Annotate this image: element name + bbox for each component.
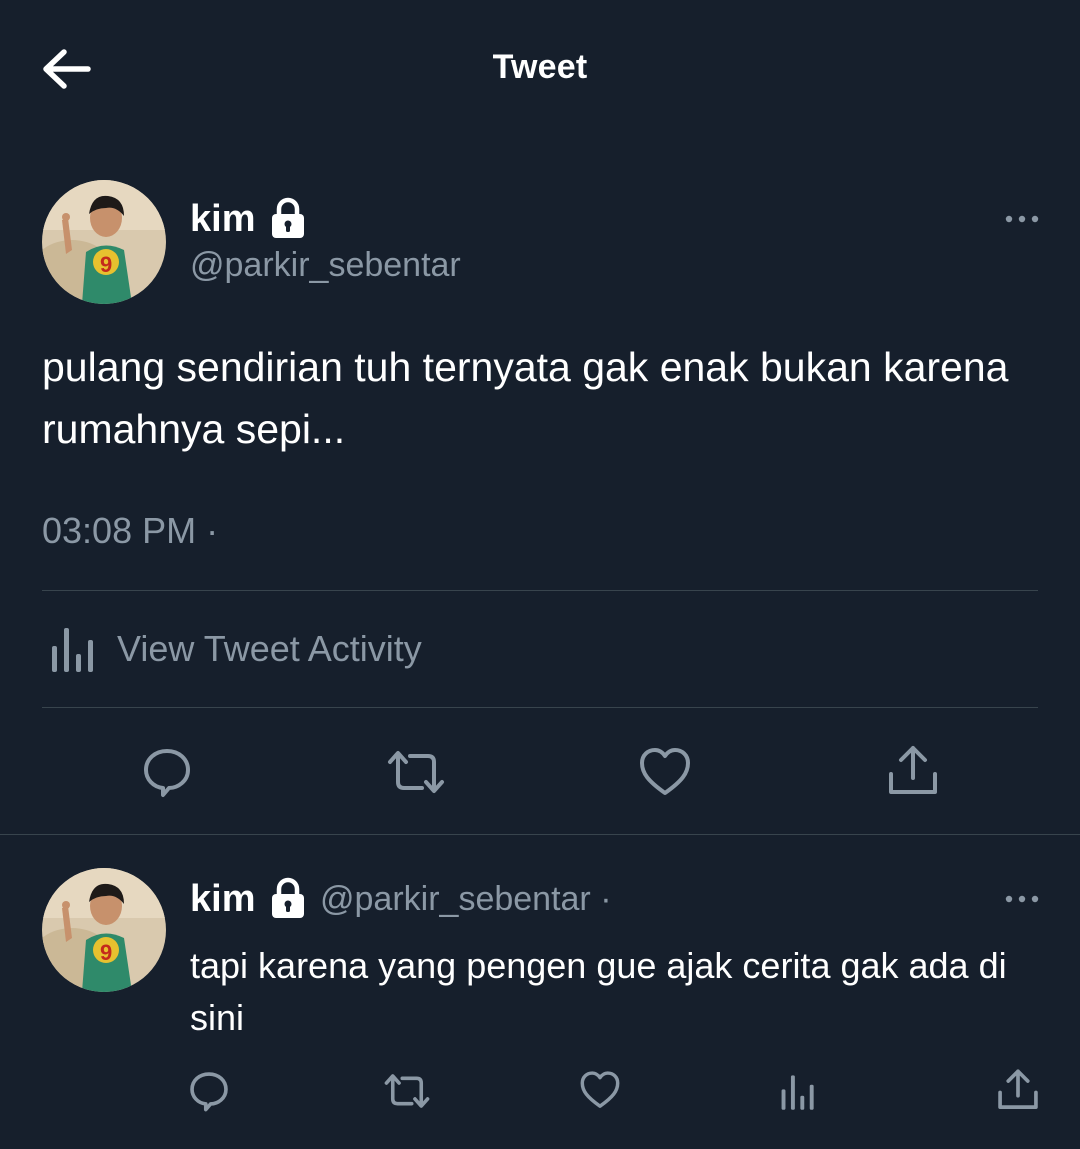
reply-button[interactable] — [188, 1070, 230, 1112]
analytics-button[interactable] — [780, 1072, 816, 1110]
reply-author-name[interactable]: kim — [190, 878, 255, 921]
retweet-button[interactable] — [386, 748, 446, 796]
more-options-icon[interactable] — [1004, 892, 1040, 906]
lock-icon — [270, 197, 306, 239]
view-tweet-activity-link[interactable]: View Tweet Activity — [50, 620, 650, 680]
reply-button[interactable] — [141, 746, 193, 798]
retweet-button[interactable] — [383, 1072, 431, 1110]
lock-icon — [270, 877, 306, 919]
divider — [42, 590, 1038, 591]
top-bar: Tweet — [0, 0, 1080, 140]
avatar[interactable] — [42, 180, 166, 304]
retweet-icon — [388, 751, 444, 793]
divider — [42, 707, 1038, 708]
analytics-icon — [50, 624, 96, 677]
author-name[interactable]: kim — [190, 198, 255, 241]
share-icon — [889, 746, 937, 794]
activity-label: View Tweet Activity — [117, 628, 422, 669]
like-button[interactable] — [579, 1070, 621, 1110]
retweet-icon — [384, 1074, 430, 1108]
tweet-text: pulang sendirian tuh ternyata gak enak b… — [42, 344, 1009, 452]
like-icon — [580, 1071, 620, 1108]
like-icon — [640, 748, 690, 795]
reply-icon — [144, 749, 190, 797]
reply-author-handle[interactable]: @parkir_sebentar · — [320, 880, 612, 919]
author-handle[interactable]: @parkir_sebentar — [190, 246, 461, 285]
more-options-icon[interactable] — [1004, 212, 1040, 226]
tweet-timestamp[interactable]: 03:08 PM · — [42, 510, 218, 552]
divider — [0, 834, 1080, 835]
share-icon — [998, 1069, 1038, 1109]
like-button[interactable] — [638, 746, 692, 798]
analytics-icon — [781, 1075, 814, 1110]
reply-text: tapi karena yang pengen gue ajak cerita … — [190, 945, 1007, 1038]
share-button[interactable] — [996, 1068, 1040, 1112]
share-button[interactable] — [886, 744, 940, 798]
page-title: Tweet — [492, 48, 588, 86]
avatar[interactable] — [42, 868, 166, 992]
reply-icon — [190, 1072, 228, 1112]
